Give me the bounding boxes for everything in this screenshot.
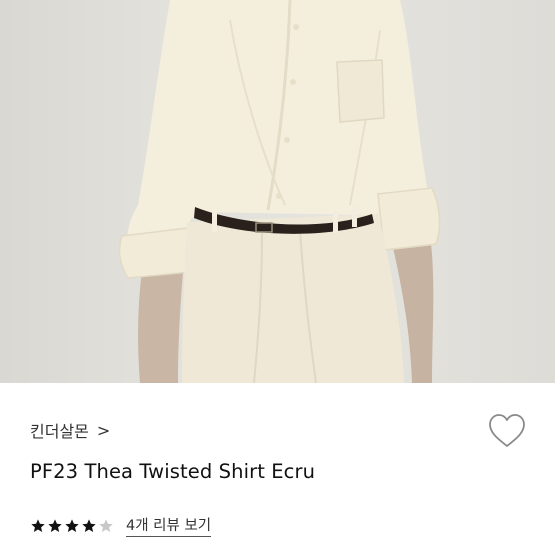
product-title: PF23 Thea Twisted Shirt Ecru <box>30 460 316 483</box>
star-filled-icon <box>65 518 79 532</box>
star-filled-icon <box>31 518 45 532</box>
rating-row: 4개 리뷰 보기 <box>30 514 212 537</box>
star-filled-icon <box>48 518 62 532</box>
brand-name[interactable]: 킨더살몬 <box>30 418 89 442</box>
reviews-link[interactable]: 4개 리뷰 보기 <box>126 514 212 537</box>
product-image[interactable] <box>0 0 555 383</box>
star-empty-icon <box>99 518 113 532</box>
heart-outline-icon[interactable] <box>487 412 527 450</box>
brand-link[interactable]: 킨더살몬 > <box>30 418 110 442</box>
chevron-right-icon[interactable]: > <box>97 421 110 440</box>
star-rating <box>30 518 114 534</box>
star-filled-icon <box>82 518 96 532</box>
product-photo-illustration <box>118 0 441 383</box>
product-detail-page: 킨더살몬 > PF23 Thea Twisted Shirt Ecru 4개 리… <box>0 0 555 555</box>
